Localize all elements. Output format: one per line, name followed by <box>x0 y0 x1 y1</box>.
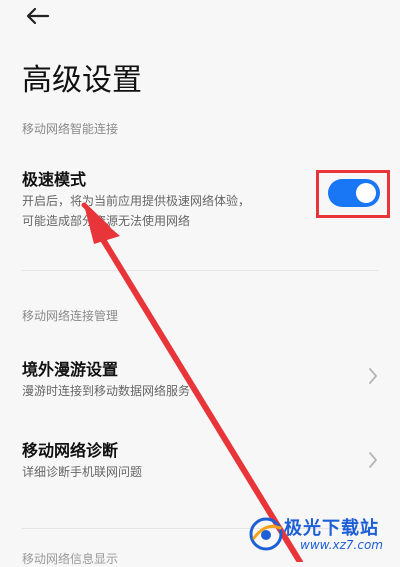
back-arrow-icon[interactable] <box>24 6 50 26</box>
turbo-mode-title: 极速模式 <box>22 170 87 189</box>
section-header-connection-management: 移动网络连接管理 <box>22 309 119 323</box>
roaming-title: 境外漫游设置 <box>22 360 119 379</box>
watermark-url: www.xz7.com <box>300 538 383 552</box>
watermark: 极光下载站 www.xz7.com <box>248 512 398 560</box>
roaming-desc: 漫游时连接到移动数据网络服务 <box>22 384 191 398</box>
annotation-highlight-box <box>316 170 390 218</box>
section-header-network-info: 移动网络信息显示 <box>22 552 119 566</box>
divider <box>22 270 378 271</box>
turbo-mode-desc-line2: 可能造成部分资源无法使用网络 <box>22 214 191 228</box>
watermark-logo-icon <box>249 517 283 551</box>
chevron-right-icon <box>369 368 377 384</box>
turbo-mode-desc-line1: 开启后，将为当前应用提供极速网络体验， <box>22 194 251 208</box>
diagnosis-desc: 详细诊断手机联网问题 <box>22 465 143 479</box>
section-header-smart-connect: 移动网络智能连接 <box>22 122 119 136</box>
diagnosis-title: 移动网络诊断 <box>22 441 119 460</box>
page-title: 高级设置 <box>22 63 142 98</box>
chevron-right-icon <box>369 452 377 468</box>
watermark-name: 极光下载站 <box>284 518 379 539</box>
